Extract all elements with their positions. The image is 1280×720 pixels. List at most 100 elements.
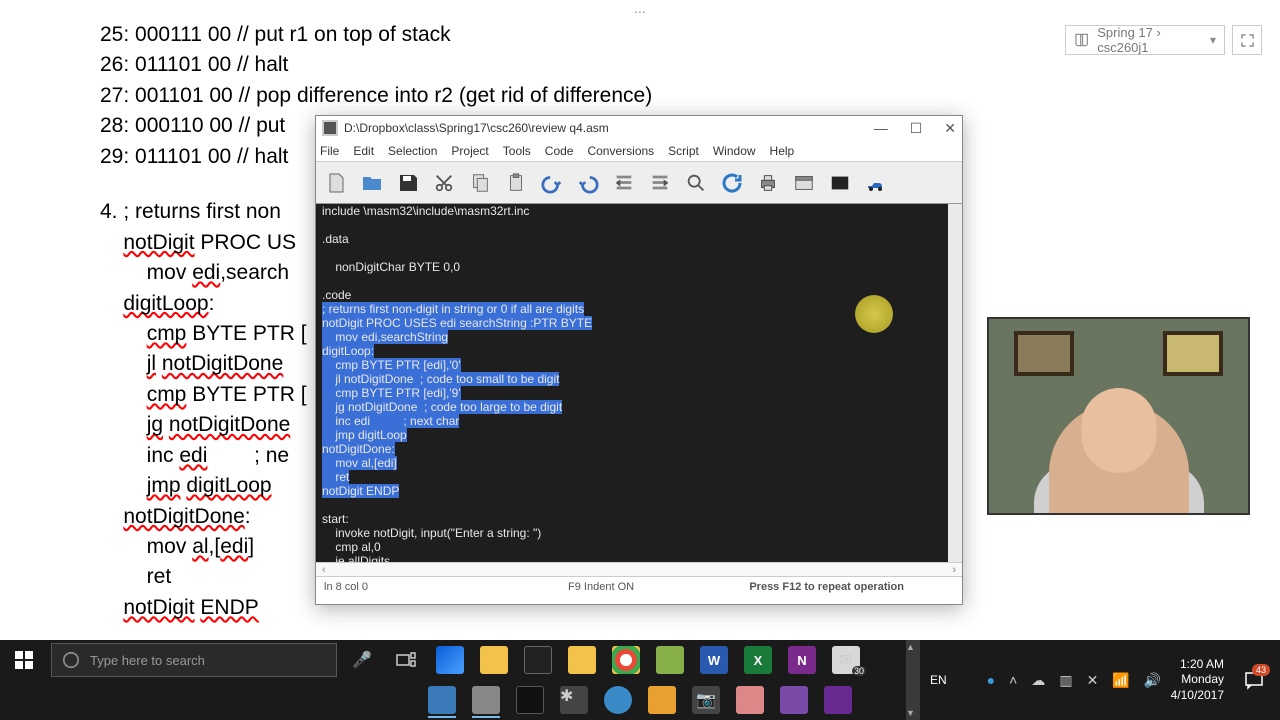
app-icon-4[interactable]	[728, 680, 772, 720]
menu-project[interactable]: Project	[451, 144, 488, 158]
code-line[interactable]: cmp BYTE PTR [edi],'0'	[316, 358, 962, 372]
clock[interactable]: 1:20 AM Monday 4/10/2017	[1171, 657, 1234, 704]
indent-right-button[interactable]	[642, 165, 678, 201]
code-line[interactable]: nonDigitChar BYTE 0,0	[316, 260, 962, 274]
code-line[interactable]	[316, 246, 962, 260]
edge-icon[interactable]	[428, 640, 472, 680]
open-button[interactable]	[354, 165, 390, 201]
app-icon-2[interactable]	[596, 680, 640, 720]
mic-icon[interactable]: 🎤	[340, 640, 384, 680]
code-line[interactable]: start:	[316, 512, 962, 526]
code-line[interactable]: notDigitDone:	[316, 442, 962, 456]
mail-icon[interactable]: ✉30	[824, 640, 868, 680]
paste-button[interactable]	[498, 165, 534, 201]
print-button[interactable]	[750, 165, 786, 201]
notepad-icon[interactable]	[648, 640, 692, 680]
excel-icon[interactable]: X	[736, 640, 780, 680]
camera-icon[interactable]: 📷	[684, 680, 728, 720]
redo-button[interactable]	[570, 165, 606, 201]
tray-app-icon[interactable]: ●	[987, 672, 995, 688]
console-button[interactable]	[822, 165, 858, 201]
code-line[interactable]: cmp BYTE PTR [edi],'9'	[316, 386, 962, 400]
code-line[interactable]: invoke notDigit, input("Enter a string: …	[316, 526, 962, 540]
cmd-icon[interactable]	[508, 680, 552, 720]
window-button[interactable]	[786, 165, 822, 201]
undo-button[interactable]	[534, 165, 570, 201]
start-button[interactable]	[0, 640, 48, 680]
minimize-button[interactable]: —	[874, 120, 888, 137]
tray-chevron-icon[interactable]: ˄	[1009, 672, 1017, 688]
code-line[interactable]	[316, 218, 962, 232]
scrollbar-vertical[interactable]	[948, 204, 962, 562]
menu-window[interactable]: Window	[713, 144, 756, 158]
menu-file[interactable]: File	[320, 144, 339, 158]
scrollbar-horizontal[interactable]: ‹›	[316, 562, 962, 576]
code-line[interactable]: ret	[316, 470, 962, 484]
chrome-icon[interactable]	[604, 640, 648, 680]
notebook-selector[interactable]: Spring 17 › csc260j1 ▾	[1065, 25, 1225, 55]
status-hint: Press F12 to repeat operation	[749, 581, 904, 593]
store-icon[interactable]	[516, 640, 560, 680]
cut-button[interactable]	[426, 165, 462, 201]
menu-edit[interactable]: Edit	[353, 144, 374, 158]
defender-icon[interactable]: ▥	[1059, 672, 1072, 689]
vs-icon[interactable]	[816, 680, 860, 720]
title-bar[interactable]: D:\Dropbox\class\Spring17\csc260\review …	[316, 116, 962, 140]
fullscreen-button[interactable]	[1232, 25, 1262, 55]
refresh-button[interactable]	[714, 165, 750, 201]
code-line[interactable]: je allDigits	[316, 554, 962, 562]
toolbar[interactable]	[316, 162, 962, 204]
code-line[interactable]: jmp digitLoop	[316, 428, 962, 442]
code-line[interactable]: cmp al,0	[316, 540, 962, 554]
close-button[interactable]: ✕	[944, 120, 956, 137]
code-line[interactable]: digitLoop:	[316, 344, 962, 358]
copy-button[interactable]	[462, 165, 498, 201]
volume-icon[interactable]: 🔊	[1144, 672, 1161, 689]
language-indicator[interactable]: EN	[920, 673, 957, 687]
tray-icon-x[interactable]: ✕	[1087, 672, 1099, 689]
app-icon-5[interactable]	[772, 680, 816, 720]
code-line[interactable]: .data	[316, 232, 962, 246]
code-line[interactable]: mov edi,searchString	[316, 330, 962, 344]
taskbar[interactable]: Type here to search 🎤 W X N ✉30 ✱ 📷 ▲▼	[0, 640, 920, 720]
onedrive-icon[interactable]: ☁	[1031, 672, 1045, 689]
menu-conversions[interactable]: Conversions	[587, 144, 654, 158]
app-icon-1[interactable]: ✱	[552, 680, 596, 720]
word-icon[interactable]: W	[692, 640, 736, 680]
onenote-icon[interactable]: N	[780, 640, 824, 680]
code-line[interactable]	[316, 498, 962, 512]
find-button[interactable]	[678, 165, 714, 201]
app-icon-3[interactable]	[640, 680, 684, 720]
system-tray[interactable]: EN ● ˄ ☁ ▥ ✕ 📶 🔊 1:20 AM Monday 4/10/201…	[920, 640, 1280, 720]
save-button[interactable]	[390, 165, 426, 201]
task-view-button[interactable]	[384, 640, 428, 680]
new-button[interactable]	[318, 165, 354, 201]
indent-left-button[interactable]	[606, 165, 642, 201]
code-line[interactable]: include \masm32\include\masm32rt.inc	[316, 204, 962, 218]
folder-icon[interactable]	[560, 640, 604, 680]
network-icon[interactable]: 📶	[1112, 672, 1129, 689]
menu-tools[interactable]: Tools	[503, 144, 531, 158]
code-line[interactable]: mov al,[edi]	[316, 456, 962, 470]
code-line[interactable]: inc edi ; next char	[316, 414, 962, 428]
menu-script[interactable]: Script	[668, 144, 699, 158]
taskbar-scrollbar[interactable]: ▲▼	[906, 640, 920, 720]
explorer-icon[interactable]	[472, 640, 516, 680]
code-line[interactable]: notDigit ENDP	[316, 484, 962, 498]
code-line[interactable]: jl notDigitDone ; code too small to be d…	[316, 372, 962, 386]
2--app1-icon[interactable]	[420, 680, 464, 720]
code-line[interactable]	[316, 274, 962, 288]
editor-app-icon[interactable]	[464, 680, 508, 720]
code-line[interactable]: jg notDigitDone ; code too large to be d…	[316, 400, 962, 414]
cortana-icon	[62, 651, 80, 669]
menu-code[interactable]: Code	[545, 144, 574, 158]
menu-bar[interactable]: File Edit Selection Project Tools Code Convers…	[316, 140, 962, 162]
code-area[interactable]: include \masm32\include\masm32rt.inc .dat…	[316, 204, 962, 562]
menu-help[interactable]: Help	[770, 144, 795, 158]
notifications-button[interactable]: 43	[1234, 660, 1274, 700]
maximize-button[interactable]: ☐	[910, 120, 923, 137]
search-input[interactable]: Type here to search	[51, 643, 337, 677]
menu-selection[interactable]: Selection	[388, 144, 437, 158]
doc-line: 25: 000111 00 // put r1 on top of stack	[100, 20, 900, 50]
run-button[interactable]	[858, 165, 894, 201]
